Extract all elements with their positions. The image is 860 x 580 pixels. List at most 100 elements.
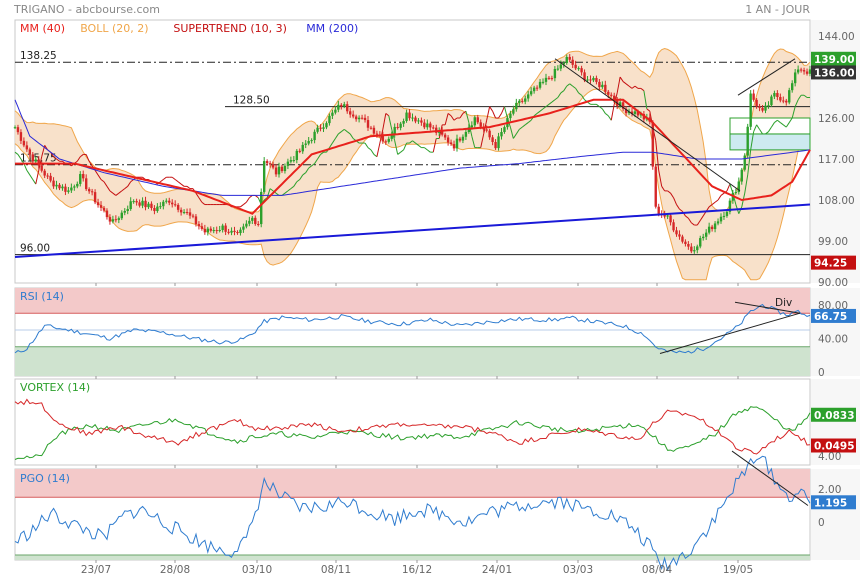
candle-body [82, 174, 85, 179]
legend-item: PGO (14) [20, 472, 70, 485]
candle-body [132, 201, 135, 203]
candle-body [37, 159, 40, 166]
candle-body [325, 123, 328, 128]
candle-body [791, 83, 794, 91]
candle-body [185, 212, 189, 214]
candle-body [716, 221, 720, 224]
candle-body [604, 84, 607, 92]
candle-body [538, 81, 542, 88]
candle-body [102, 207, 106, 211]
candle-body [556, 68, 560, 70]
pgo-low-zone [15, 555, 810, 560]
candle-body [779, 97, 782, 101]
candle-body [55, 184, 58, 187]
candle-body [346, 104, 349, 112]
x-tick-label: 08/11 [321, 564, 351, 576]
candle-body [351, 114, 355, 117]
level-label: 138.25 [20, 50, 57, 62]
candle-body [328, 115, 331, 124]
candle-body [366, 120, 370, 128]
candle-body [22, 140, 26, 146]
candle-body [550, 78, 554, 80]
candle-body [28, 149, 32, 155]
candle-body [684, 241, 687, 244]
candle-body [227, 231, 230, 233]
candle-body [316, 127, 319, 132]
candle-body [461, 136, 465, 141]
candle-body [426, 123, 429, 128]
candle-body [257, 223, 260, 225]
candle-body [67, 190, 70, 192]
candle-body [399, 123, 402, 128]
candle-body [782, 100, 785, 102]
candle-body [743, 155, 746, 170]
pgo-last-value: 1.195 [814, 497, 847, 509]
candle-body [304, 143, 307, 145]
candle-body [669, 215, 672, 223]
candle-body [203, 228, 207, 233]
candle-body [681, 236, 684, 242]
candle-body [242, 226, 245, 230]
app-title: TRIGANO - abcbourse.com [13, 3, 160, 16]
candle-body [485, 129, 488, 131]
candle-body [497, 136, 500, 149]
candle-body [773, 93, 776, 97]
candle-body [500, 132, 503, 137]
candle-body [16, 127, 20, 133]
candle-body [298, 150, 301, 152]
pgo-tick-label: 0 [818, 517, 825, 529]
candle-body [25, 145, 29, 150]
candle-body [197, 224, 201, 227]
candle-body [776, 93, 779, 98]
candle-body [105, 210, 109, 218]
candle-body [532, 87, 536, 92]
candle-body [96, 202, 100, 206]
candle-body [34, 159, 37, 162]
candle-body [559, 64, 563, 69]
candle-body [221, 225, 224, 231]
candle-body [719, 216, 723, 222]
x-tick-label: 03/03 [563, 564, 593, 576]
rsi-tick-label: 0 [818, 367, 825, 379]
candle-body [657, 206, 660, 214]
candle-body [209, 228, 212, 231]
candle-body [675, 230, 678, 235]
candle-body [182, 212, 186, 214]
candle-body [702, 236, 705, 239]
candle-body [212, 230, 215, 232]
candle-body [43, 170, 46, 176]
candle-body [607, 91, 610, 95]
x-tick-label: 08/04 [642, 564, 673, 576]
candle-body [666, 215, 669, 217]
candle-body [144, 200, 147, 208]
legend-item: VORTEX (14) [20, 381, 90, 394]
candle-body [224, 225, 227, 232]
x-tick-label: 03/10 [242, 564, 272, 576]
candle-body [126, 209, 129, 211]
candle-body [473, 117, 476, 126]
candle-body [58, 184, 61, 189]
chart-svg: TRIGANO - abcbourse.com 1 AN - JOUR 138.… [13, 3, 860, 576]
candle-body [411, 117, 414, 119]
x-tick-label: 19/05 [723, 564, 753, 576]
candle-body [260, 191, 263, 225]
candle-body [280, 166, 284, 172]
candle-body [417, 120, 420, 122]
candle-body [215, 230, 218, 232]
candle-body [402, 120, 405, 124]
candle-body [446, 137, 450, 143]
x-tick-label: 23/07 [81, 564, 111, 576]
candle-body [678, 234, 681, 237]
candle-body [393, 126, 396, 135]
candle-body [547, 77, 551, 79]
candle-body [283, 165, 287, 172]
pgo-tick-label: 2.00 [818, 484, 841, 496]
target-zone-upper [729, 117, 811, 135]
candle-body [322, 127, 325, 129]
candle-body [544, 77, 548, 82]
candle-body [13, 127, 17, 129]
candle-body [40, 165, 43, 171]
candle-body [372, 127, 376, 134]
candle-body [165, 200, 168, 202]
candle-body [277, 166, 281, 175]
